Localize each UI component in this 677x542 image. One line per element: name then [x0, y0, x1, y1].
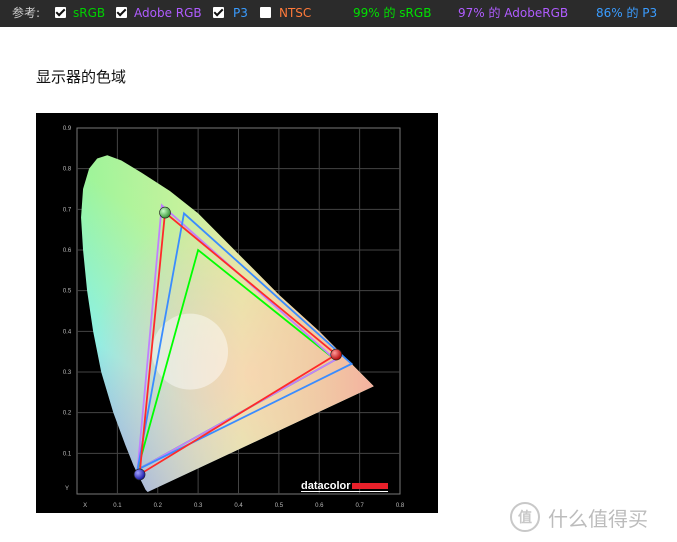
srgb-coverage: 99% 的 sRGB	[353, 6, 432, 20]
x-tick-label: 0.5	[275, 503, 284, 509]
smzdm-logo-icon: 值	[510, 502, 540, 532]
green-primary-marker	[159, 206, 171, 219]
adobe-rgb-label: Adobe RGB	[134, 6, 202, 20]
watermark: 值 什么值得买	[510, 502, 648, 532]
datacolor-logo-text: datacolor	[301, 480, 351, 492]
y-tick-label: 0.1	[63, 451, 72, 457]
ntsc-label: NTSC	[279, 6, 312, 20]
srgb-checkbox[interactable]	[55, 7, 66, 18]
y-axis-label: Y	[65, 486, 69, 492]
blue-primary-marker	[133, 468, 146, 481]
p3-checkbox[interactable]	[213, 7, 224, 18]
x-tick-label: 0.7	[355, 503, 364, 509]
y-tick-label: 0.3	[63, 370, 72, 376]
adobergb-coverage: 97% 的 AdobeRGB	[458, 6, 569, 20]
y-tick-label: 0.5	[63, 289, 72, 295]
x-tick-label: 0.8	[396, 503, 405, 509]
y-tick-label: 0.8	[63, 167, 72, 173]
y-tick-label: 0.6	[63, 248, 72, 254]
datacolor-logo: datacolor	[301, 480, 388, 492]
y-tick-label: 0.4	[63, 329, 72, 335]
red-primary-marker	[330, 348, 343, 361]
srgb-label: sRGB	[73, 6, 106, 20]
x-tick-label: 0.2	[154, 503, 163, 509]
y-tick-label: 0.9	[63, 126, 72, 132]
cie-chart-svg: 0.1 0.2 0.3 0.4 0.5 0.6 0.7 0.8 0.1 0.2 0.3 0.4 0.5 0…	[63, 126, 405, 509]
datacolor-logo-bar	[352, 483, 388, 489]
y-tick-label: 0.7	[63, 207, 72, 213]
gamut-chart: 0.1 0.2 0.3 0.4 0.5 0.6 0.7 0.8 0.1 0.2 0.3 0.4 0.5 0…	[36, 113, 438, 513]
x-tick-label: 0.1	[113, 503, 122, 509]
p3-coverage: 86% 的 P3	[596, 6, 658, 20]
adobe-rgb-checkbox[interactable]	[116, 7, 127, 18]
ntsc-checkbox[interactable]	[260, 7, 271, 18]
x-tick-label: 0.3	[194, 503, 203, 509]
locus-fill-warm	[81, 155, 374, 492]
datacolor-logo-underline	[301, 491, 388, 492]
p3-label: P3	[233, 6, 248, 20]
spectral-locus	[81, 155, 374, 492]
x-axis-label: X	[83, 503, 87, 509]
x-tick-label: 0.4	[234, 503, 243, 509]
legend-prefix: 参考:	[12, 6, 41, 20]
gamut-legend-bar: 参考: sRGB Adobe RGB P3 NTSC 99% 的 sRGB 97…	[0, 0, 677, 27]
y-tick-label: 0.2	[63, 411, 72, 417]
x-tick-label: 0.6	[315, 503, 324, 509]
page-heading: 显示器的色域	[36, 68, 127, 86]
watermark-text: 什么值得买	[548, 506, 648, 531]
